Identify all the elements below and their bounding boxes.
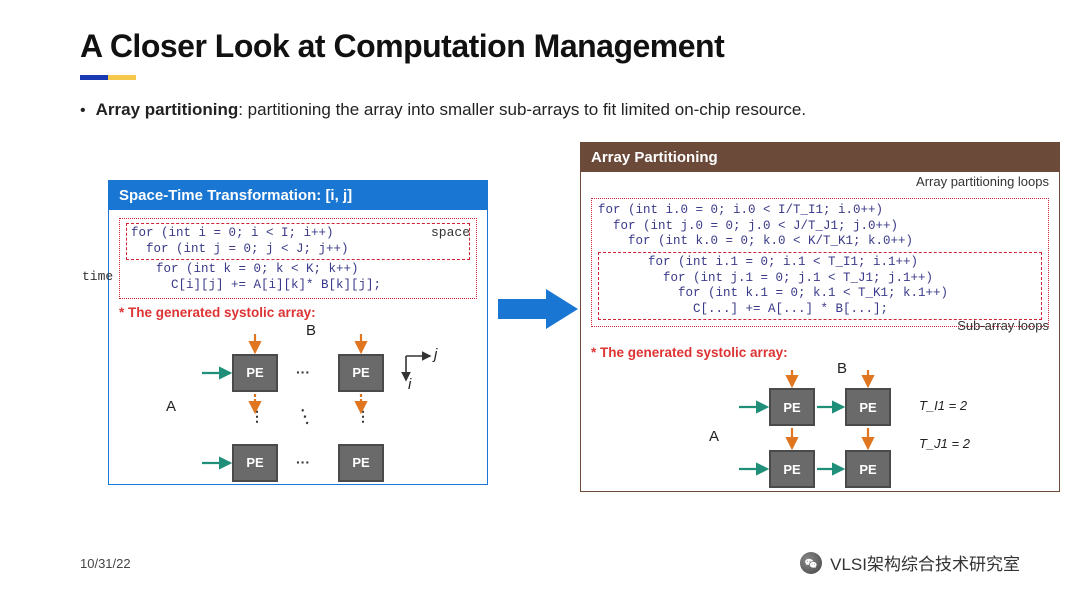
gen-label-right: * The generated systolic array: bbox=[591, 345, 1049, 360]
title-underline bbox=[80, 75, 136, 80]
annot-time: time bbox=[82, 269, 113, 285]
bullet-text: • Array partitioning: partitioning the a… bbox=[80, 100, 1020, 120]
bullet-rest: : partitioning the array into smaller su… bbox=[238, 100, 806, 119]
axis-i: i bbox=[408, 376, 411, 393]
code-right-l7: C[...] += A[...] * B[...]; bbox=[603, 302, 1037, 318]
code-right-l1: for (int i.0 = 0; i.0 < I/T_I1; i.0++) bbox=[598, 203, 1042, 219]
code-right: for (int i.0 = 0; i.0 < I/T_I1; i.0++) f… bbox=[591, 198, 1049, 327]
code-right-l5: for (int j.1 = 0; j.1 < T_J1; j.1++) bbox=[603, 271, 1037, 287]
code-right-l6: for (int k.1 = 0; k.1 < T_K1; k.1++) bbox=[603, 286, 1037, 302]
footer-date: 10/31/22 bbox=[80, 556, 131, 571]
bullet-dot: • bbox=[80, 103, 86, 119]
code-left-l1: for (int i = 0; i < I; i++) bbox=[131, 226, 465, 242]
code-right-l2: for (int j.0 = 0; j.0 < J/T_J1; j.0++) bbox=[598, 219, 1042, 235]
code-left: space for (int i = 0; i < I; i++) for (i… bbox=[119, 218, 477, 299]
code-left-l2: for (int j = 0; j < J; j++) bbox=[131, 242, 465, 258]
annot-space: space bbox=[431, 225, 470, 241]
gen-label-left: * The generated systolic array: bbox=[119, 305, 477, 320]
panel-space-time: Space-Time Transformation: [i, j] space … bbox=[108, 180, 488, 485]
loops-label: Array partitioning loops bbox=[916, 174, 1049, 189]
bullet-term: Array partitioning bbox=[96, 100, 239, 119]
panel-brown-header: Array Partitioning bbox=[581, 143, 1059, 172]
pe-grid-left: A B PE PE PE PE ··· ··· ⋮ ⋮ ⋱ bbox=[148, 326, 448, 494]
arrows-left bbox=[148, 326, 448, 494]
transition-arrow bbox=[498, 287, 578, 331]
panel-array-partitioning: Array Partitioning Array partitioning lo… bbox=[580, 142, 1060, 492]
pe-grid-right: A B PE PE PE PE T_I1 = 2 T_J1 = 2 bbox=[651, 366, 991, 498]
axis-j: j bbox=[434, 346, 437, 363]
slide-title: A Closer Look at Computation Management bbox=[80, 28, 1020, 65]
wechat-icon bbox=[800, 552, 822, 574]
subarray-label: Sub-array loops bbox=[957, 318, 1049, 333]
footer-brand-text: VLSI架构综合技术研究室 bbox=[830, 550, 1020, 575]
code-left-l3: for (int k = 0; k < K; k++) bbox=[126, 262, 470, 278]
code-right-l3: for (int k.0 = 0; k.0 < K/T_K1; k.0++) bbox=[598, 234, 1042, 250]
code-left-l4: C[i][j] += A[i][k]* B[k][j]; bbox=[126, 278, 470, 294]
arrows-right bbox=[651, 366, 991, 498]
code-right-l4: for (int i.1 = 0; i.1 < T_I1; i.1++) bbox=[603, 255, 1037, 271]
footer-brand: VLSI架构综合技术研究室 bbox=[800, 550, 1020, 575]
panel-blue-header: Space-Time Transformation: [i, j] bbox=[109, 181, 487, 210]
